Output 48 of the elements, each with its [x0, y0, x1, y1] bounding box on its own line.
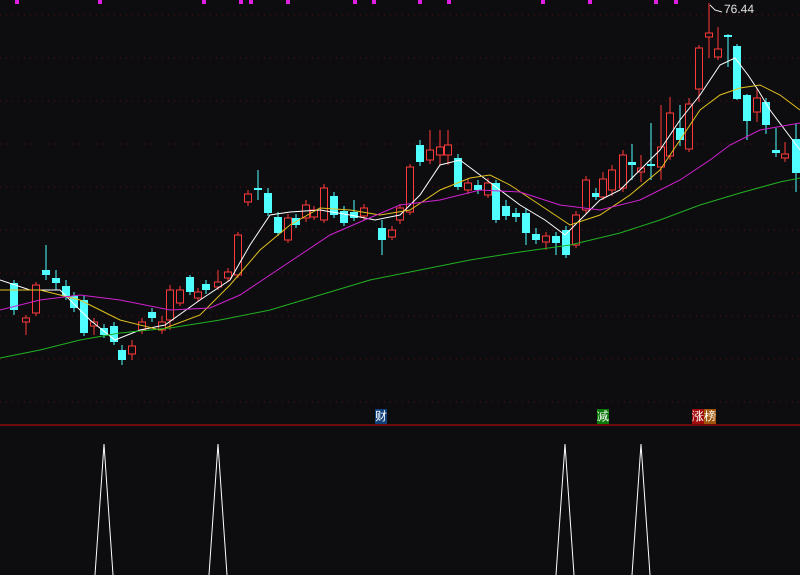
leader-line [710, 4, 722, 12]
candlestick [532, 228, 540, 244]
event-marker: 减 [597, 409, 609, 424]
candlestick [22, 314, 30, 336]
candlestick [454, 154, 462, 190]
candlestick [582, 176, 590, 214]
candlestick [792, 124, 800, 192]
candlestick [360, 204, 368, 220]
candlestick [552, 232, 560, 256]
high-price-label: 76.44 [724, 2, 754, 16]
event-marker: 财 [375, 409, 387, 424]
candlestick [464, 178, 472, 194]
candlestick [406, 164, 414, 216]
candlestick [274, 212, 282, 236]
candlestick [42, 244, 50, 280]
candlestick [416, 140, 424, 166]
candlestick [512, 208, 520, 222]
event-marker: 涨 [692, 409, 704, 424]
candlestick [320, 184, 328, 224]
candlestick [474, 180, 482, 194]
candlestick [743, 94, 751, 140]
candlestick [234, 232, 242, 278]
candlestick [522, 208, 530, 246]
candlestick [542, 232, 550, 250]
candlestick [90, 318, 98, 336]
candlestick [128, 340, 136, 360]
candlestick [330, 192, 338, 218]
candlestick [502, 200, 510, 220]
candlestick [100, 324, 108, 338]
candlestick [426, 130, 434, 164]
candlestick [264, 188, 272, 216]
event-marker: 榜 [704, 409, 716, 424]
candlestick [148, 308, 156, 322]
candlestick [52, 270, 60, 290]
candlestick [340, 206, 348, 226]
candlestick [350, 200, 358, 222]
candlestick [647, 122, 655, 180]
candlestick [80, 296, 88, 336]
candlestick [32, 282, 40, 316]
candlestick [572, 210, 580, 248]
candlestick [214, 270, 222, 290]
candlestick [254, 170, 262, 200]
candlestick [378, 220, 386, 256]
candlestick [244, 190, 252, 206]
candlestick [138, 318, 146, 334]
candlestick [176, 286, 184, 306]
candlestick [224, 268, 232, 282]
candlestick [695, 44, 703, 102]
